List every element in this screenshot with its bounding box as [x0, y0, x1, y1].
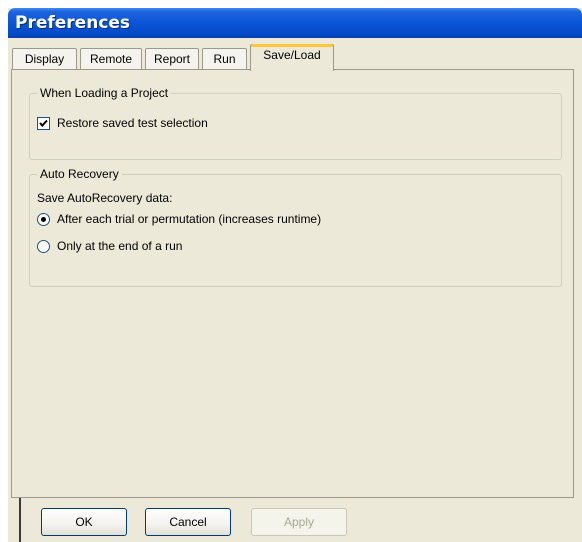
tab-panel-save-load: When Loading a Project Restore saved tes…: [11, 69, 574, 498]
restore-selection-row[interactable]: Restore saved test selection: [37, 116, 208, 130]
cancel-button[interactable]: Cancel: [145, 508, 231, 536]
tab-remote[interactable]: Remote: [80, 48, 142, 70]
radio-end-of-run-label: Only at the end of a run: [57, 239, 183, 253]
apply-button[interactable]: Apply: [251, 508, 347, 536]
radio-each-trial[interactable]: [37, 212, 50, 226]
tab-save-load[interactable]: Save/Load: [250, 44, 334, 71]
loading-project-groupbox: When Loading a Project Restore saved tes…: [29, 86, 562, 160]
auto-recovery-groupbox: Auto Recovery Save AutoRecovery data: Af…: [29, 167, 562, 287]
window-title: Preferences: [15, 13, 131, 33]
checkmark-icon: [39, 119, 48, 127]
tab-display[interactable]: Display: [12, 48, 77, 70]
restore-selection-label: Restore saved test selection: [57, 116, 208, 130]
tab-run[interactable]: Run: [202, 48, 247, 70]
ok-button[interactable]: OK: [41, 508, 127, 536]
radio-selected-dot: [41, 216, 46, 222]
window-edge-line: [19, 498, 21, 542]
loading-project-group-title: When Loading a Project: [37, 86, 172, 100]
tab-strip: Display Remote Report Run Save/Load: [12, 44, 572, 71]
auto-recovery-group-title: Auto Recovery: [37, 167, 122, 181]
radio-each-trial-label: After each trial or permutation (increas…: [57, 212, 322, 226]
preferences-dialog: Preferences Display Remote Report Run Sa…: [8, 8, 582, 542]
title-bar[interactable]: Preferences: [8, 8, 582, 38]
radio-end-of-run[interactable]: [37, 239, 50, 253]
radio-row-end-of-run[interactable]: Only at the end of a run: [37, 239, 182, 253]
restore-selection-checkbox[interactable]: [37, 116, 50, 130]
autorecovery-prompt: Save AutoRecovery data:: [37, 191, 173, 205]
tab-report[interactable]: Report: [145, 48, 199, 70]
radio-row-each-trial[interactable]: After each trial or permutation (increas…: [37, 212, 321, 226]
